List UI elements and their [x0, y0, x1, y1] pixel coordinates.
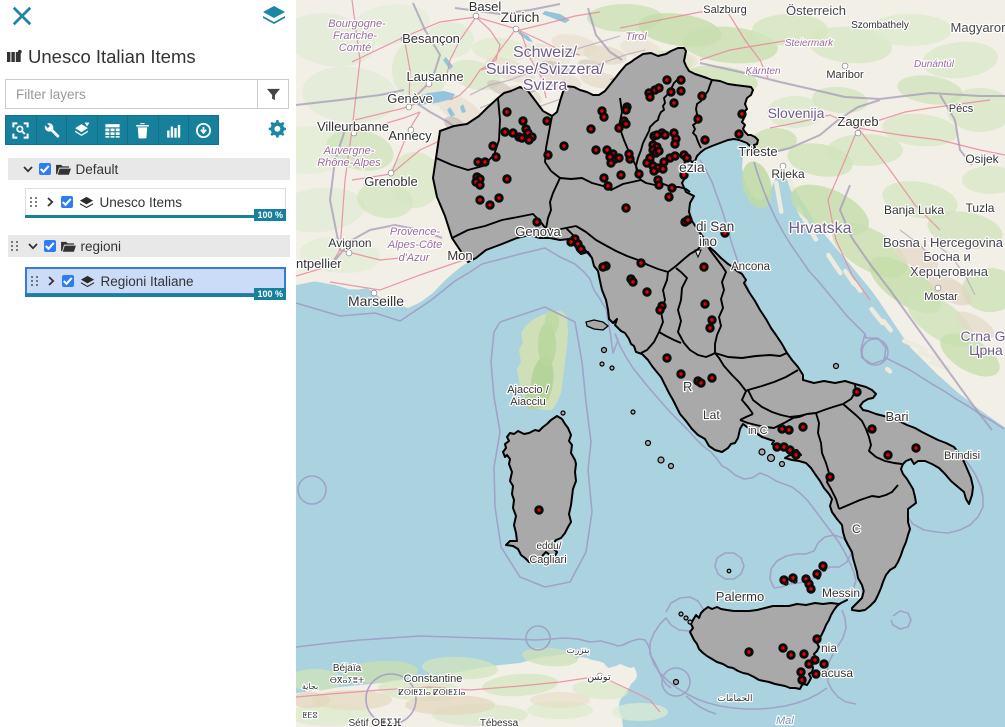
svg-text:الحمامات: الحمامات: [717, 693, 752, 703]
svg-text:ⵟⴹⵓ: ⵟⴹⵓ: [302, 711, 317, 720]
svg-text:Lat: Lat: [703, 408, 720, 422]
svg-text:Basel: Basel: [469, 0, 502, 14]
svg-text:Kärnten: Kärnten: [745, 66, 780, 77]
svg-text:Aiacciu: Aiacciu: [510, 396, 545, 408]
svg-text:Sétif ⵙⵟⵉⴼ: Sétif ⵙⵟⵉⴼ: [349, 718, 402, 727]
svg-text:Mal: Mal: [776, 715, 794, 727]
svg-text:Constantine: Constantine: [404, 673, 463, 685]
svg-text:Comté: Comté: [339, 42, 371, 54]
svg-text:acusa: acusa: [821, 666, 853, 680]
svg-text:Maribor: Maribor: [826, 69, 864, 81]
svg-text:Besançon: Besançon: [402, 31, 460, 46]
svg-text:Messin: Messin: [822, 586, 860, 600]
svg-text:Rijeka: Rijeka: [771, 167, 805, 181]
svg-text:بنزرت: بنزرت: [566, 645, 589, 656]
svg-text:Херцеговина: Херцеговина: [910, 264, 989, 279]
svg-text:Tébessa: Tébessa: [480, 718, 519, 727]
svg-text:Franche-: Franche-: [333, 30, 377, 42]
svg-text:Bosna i Hercegovina: Bosna i Hercegovina: [883, 235, 1004, 250]
svg-text:Hrvatska: Hrvatska: [788, 220, 851, 237]
svg-text:d'Azur: d'Azur: [399, 252, 431, 264]
svg-text:ino: ino: [699, 234, 717, 249]
svg-text:Bari: Bari: [885, 409, 908, 424]
svg-text:Trieste: Trieste: [738, 144, 777, 159]
svg-text:ntpellier: ntpellier: [296, 256, 342, 271]
svg-text:in C: in C: [748, 425, 768, 437]
svg-text:C: C: [852, 522, 861, 536]
svg-text:Genève: Genève: [387, 91, 433, 106]
svg-text:ezia: ezia: [679, 159, 705, 175]
svg-text:Pécs: Pécs: [949, 103, 974, 115]
svg-text:Ancona: Ancona: [731, 261, 771, 273]
svg-text:Szombathely: Szombathely: [851, 20, 909, 31]
svg-text:Tirol: Tirol: [625, 31, 647, 43]
svg-text:Banja Luka: Banja Luka: [884, 203, 944, 217]
svg-text:Steiermark: Steiermark: [785, 38, 834, 49]
svg-text:Босна и: Босна и: [923, 249, 971, 264]
svg-text:Magyaror: Magyaror: [951, 20, 1005, 35]
svg-text:Mon: Mon: [447, 248, 472, 263]
svg-text:Mostar: Mostar: [924, 291, 958, 303]
svg-text:Tuzla: Tuzla: [966, 201, 995, 215]
svg-text:Svizra: Svizra: [523, 77, 568, 94]
svg-text:ⴱⴳⴰⵢⴻⵜ: ⴱⴳⴰⵢⴻⵜ: [330, 676, 364, 685]
svg-text:Osijek: Osijek: [965, 152, 999, 166]
svg-text:ⵇⵙⵏⵟⵉⵏⴰ ⵇⵙⵏⵟⵉⵏⴰ: ⵇⵙⵏⵟⵉⵏⴰ ⵇⵙⵏⵟⵉⵏⴰ: [398, 688, 465, 697]
svg-text:Österreich: Österreich: [786, 3, 846, 18]
svg-text:Slovenija: Slovenija: [768, 105, 825, 121]
svg-text:Suisse/Svizzera/: Suisse/Svizzera/: [486, 61, 605, 78]
svg-text:بجاية: بجاية: [302, 682, 318, 691]
svg-text:Zürich: Zürich: [501, 9, 540, 25]
svg-text:Marseille: Marseille: [348, 293, 404, 309]
svg-text:Zagreb: Zagreb: [837, 114, 878, 129]
svg-text:Dunántúl: Dunántúl: [914, 59, 955, 70]
svg-text:Avignon: Avignon: [328, 236, 371, 250]
svg-text:R: R: [683, 379, 692, 394]
svg-text:Schweiz/: Schweiz/: [513, 44, 578, 61]
svg-text:nia: nia: [821, 641, 837, 655]
svg-text:Brindisi: Brindisi: [944, 450, 980, 462]
svg-text:Provence-: Provence-: [390, 226, 440, 238]
svg-text:Cagliari: Cagliari: [529, 554, 566, 566]
svg-text:Salzburg: Salzburg: [703, 4, 746, 16]
svg-text:Црна: Црна: [969, 342, 1003, 358]
svg-text:Genova: Genova: [515, 224, 561, 239]
svg-text:Auvergne-: Auvergne-: [323, 145, 375, 157]
svg-text:Grenoble: Grenoble: [364, 174, 417, 189]
svg-text:تونس: تونس: [587, 672, 611, 683]
svg-text:Lausanne: Lausanne: [406, 69, 463, 84]
svg-text:eddu/: eddu/: [536, 541, 561, 552]
svg-text:Villeurbanne: Villeurbanne: [317, 119, 389, 134]
svg-text:Rhône-Alpes: Rhône-Alpes: [317, 157, 381, 169]
svg-text:Palermo: Palermo: [716, 589, 764, 604]
svg-text:Ajaccio /: Ajaccio /: [507, 384, 550, 396]
svg-text:Alpes-Côte: Alpes-Côte: [387, 239, 442, 251]
svg-text:Annecy: Annecy: [388, 128, 432, 143]
svg-text:di San: di San: [696, 219, 734, 234]
svg-text:Bourgogne-: Bourgogne-: [328, 18, 386, 30]
svg-text:Béjaïa: Béjaïa: [333, 663, 362, 674]
